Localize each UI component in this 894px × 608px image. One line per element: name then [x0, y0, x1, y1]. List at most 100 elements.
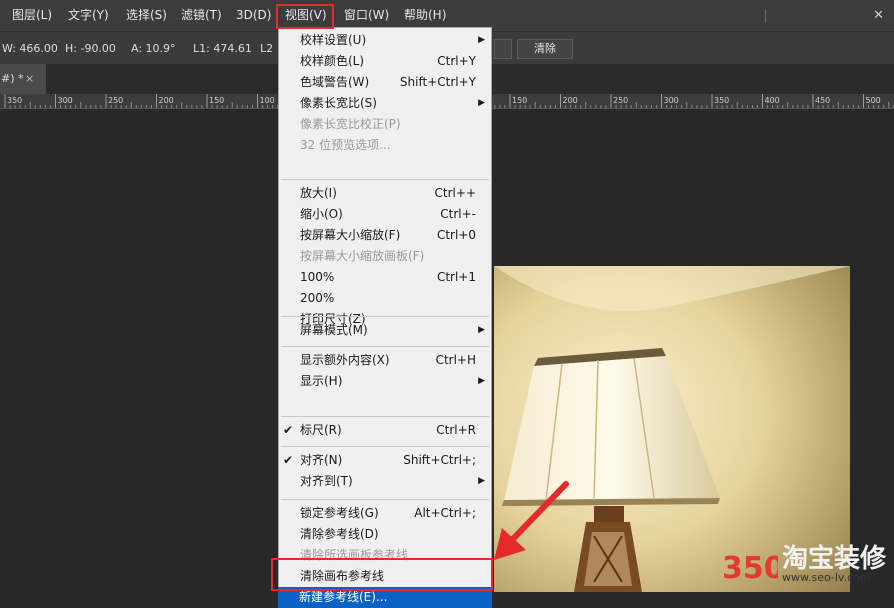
ruler-label: 300 [664, 96, 679, 105]
menu-item-label: 像素长宽比校正(P) [300, 117, 401, 131]
menu-item-shortcut: Ctrl+R [436, 423, 476, 437]
submenu-arrow-icon: ▶ [478, 35, 485, 45]
menu-item[interactable]: 200% [279, 288, 491, 309]
menu-item-shortcut: Ctrl+H [435, 353, 476, 367]
menu-item[interactable]: 校样颜色(L) Ctrl+Y [279, 51, 491, 72]
menu-item-shortcut: Ctrl++ [434, 186, 476, 200]
menubar-divider [765, 9, 766, 23]
menu-item[interactable]: 100% Ctrl+1 [279, 267, 491, 288]
view-menu-dropdown: 校样设置(U) ▶ 校样颜色(L) Ctrl+Y 色域警告(W) Shift+Ctrl+Y… [278, 27, 492, 608]
menu-item[interactable]: 锁定参考线(G) Alt+Ctrl+; [279, 503, 491, 524]
ruler-label: 150 [209, 96, 224, 105]
length1-value: L1: 474.61 [193, 42, 252, 55]
submenu-arrow-icon: ▶ [478, 98, 485, 108]
watermark-url: www.seo-lv.com [782, 571, 871, 584]
menu-3d[interactable]: 3D(D) [236, 0, 271, 31]
menu-item[interactable]: ✔ 标尺(R) Ctrl+R [279, 420, 491, 441]
menu-item-label: 显示额外内容(X) [300, 353, 390, 367]
menu-type[interactable]: 文字(Y) [68, 0, 109, 31]
menu-item[interactable]: 对齐到(T) ▶ [279, 471, 491, 492]
menu-item-label: 对齐(N) [300, 453, 343, 467]
menu-separator [281, 499, 489, 500]
menu-item-label: 缩小(O) [300, 207, 343, 221]
menu-item[interactable]: 放大(I) Ctrl++ [279, 183, 491, 204]
ruler-label: 450 [815, 96, 830, 105]
ruler-label: 150 [512, 96, 527, 105]
menu-item-shortcut: Ctrl+- [440, 207, 476, 221]
ruler-label: 350 [7, 96, 22, 105]
menu-item-label: 像素长宽比(S) [300, 96, 377, 110]
menu-item-label: 200% [300, 291, 335, 305]
menu-separator [281, 316, 489, 317]
ruler-label: 500 [866, 96, 881, 105]
clear-button[interactable]: 清除 [517, 39, 573, 59]
menu-item-label: 32 位预览选项... [300, 138, 391, 152]
menu-item[interactable]: ✔ 对齐(N) Shift+Ctrl+; [279, 450, 491, 471]
menu-item-label: 放大(I) [300, 186, 337, 200]
options-button-partial[interactable] [494, 39, 512, 59]
angle-value: A: 10.9° [131, 42, 176, 55]
menu-item-label: 锁定参考线(G) [300, 506, 379, 520]
menu-item-label: 清除参考线(D) [300, 527, 379, 541]
checkmark-icon: ✔ [283, 453, 294, 467]
menu-item[interactable]: 像素长宽比校正(P) [279, 114, 491, 135]
menu-item-label: 色域警告(W) [300, 75, 370, 89]
menu-item-label: 按屏幕大小缩放画板(F) [300, 249, 425, 263]
menu-separator [281, 346, 489, 347]
menu-separator [281, 416, 489, 417]
annotation-arrow-icon [494, 481, 569, 560]
ruler-label: 100 [260, 96, 275, 105]
submenu-arrow-icon: ▶ [478, 325, 485, 335]
menu-item[interactable]: 像素长宽比(S) ▶ [279, 93, 491, 114]
menu-item[interactable]: 显示(H) ▶ [279, 371, 491, 392]
menu-item-shortcut: Alt+Ctrl+; [414, 506, 476, 520]
checkmark-icon: ✔ [283, 423, 294, 437]
menu-item-shortcut: Ctrl+Y [437, 54, 476, 68]
menu-item[interactable]: 32 位预览选项... [279, 135, 491, 156]
document-tab[interactable]: #) * × [0, 64, 46, 94]
menu-item[interactable]: 校样设置(U) ▶ [279, 30, 491, 51]
ruler-label: 250 [108, 96, 123, 105]
menu-item-shortcut: Shift+Ctrl+Y [399, 75, 476, 89]
ruler-label: 300 [58, 96, 73, 105]
watermark-logo-icon: 350 [722, 551, 778, 586]
ruler-label: 400 [765, 96, 780, 105]
menu-item[interactable]: 缩小(O) Ctrl+- [279, 204, 491, 225]
menu-select[interactable]: 选择(S) [126, 0, 167, 31]
menu-separator [281, 446, 489, 447]
menu-item-label: 对齐到(T) [300, 474, 353, 488]
menu-item[interactable]: 屏幕模式(M) ▶ [279, 320, 491, 341]
ruler-label: 200 [159, 96, 174, 105]
tab-title: #) * [1, 72, 24, 85]
menu-separator [281, 179, 489, 180]
svg-text:350: 350 [722, 551, 778, 586]
menu-item-shortcut: Ctrl+1 [436, 270, 476, 284]
menu-item[interactable]: 按屏幕大小缩放画板(F) [279, 246, 491, 267]
watermark-site-name: 淘宝装修 [782, 544, 887, 574]
menu-item-label: 按屏幕大小缩放(F) [300, 228, 401, 242]
menu-item-label: 显示(H) [300, 374, 343, 388]
width-value: W: 466.00 [2, 42, 58, 55]
length2-value: L2 [260, 42, 274, 55]
menu-item[interactable]: 清除参考线(D) [279, 524, 491, 545]
menu-item-label: 标尺(R) [300, 423, 342, 437]
menu-item-label: 屏幕模式(M) [300, 323, 368, 337]
submenu-arrow-icon: ▶ [478, 376, 485, 386]
menu-layer[interactable]: 图层(L) [12, 0, 52, 31]
menu-item-label: 100% [300, 270, 335, 284]
menu-item-label: 校样颜色(L) [300, 54, 365, 68]
menu-item-shortcut: Shift+Ctrl+; [403, 453, 476, 467]
menu-item[interactable]: 按屏幕大小缩放(F) Ctrl+0 [279, 225, 491, 246]
ruler-label: 250 [613, 96, 628, 105]
menu-item[interactable]: 色域警告(W) Shift+Ctrl+Y [279, 72, 491, 93]
menu-item[interactable]: 显示额外内容(X) Ctrl+H [279, 350, 491, 371]
menu-filter[interactable]: 滤镜(T) [181, 0, 222, 31]
height-value: H: -90.00 [65, 42, 116, 55]
menu-item-shortcut: Ctrl+0 [436, 228, 476, 242]
new-guide-highlight-box [271, 558, 493, 591]
close-icon[interactable]: ✕ [873, 0, 884, 31]
ruler-label: 350 [714, 96, 729, 105]
tab-close-icon[interactable]: × [25, 64, 34, 94]
ruler-label: 200 [563, 96, 578, 105]
view-menu-highlight-box [276, 4, 334, 29]
